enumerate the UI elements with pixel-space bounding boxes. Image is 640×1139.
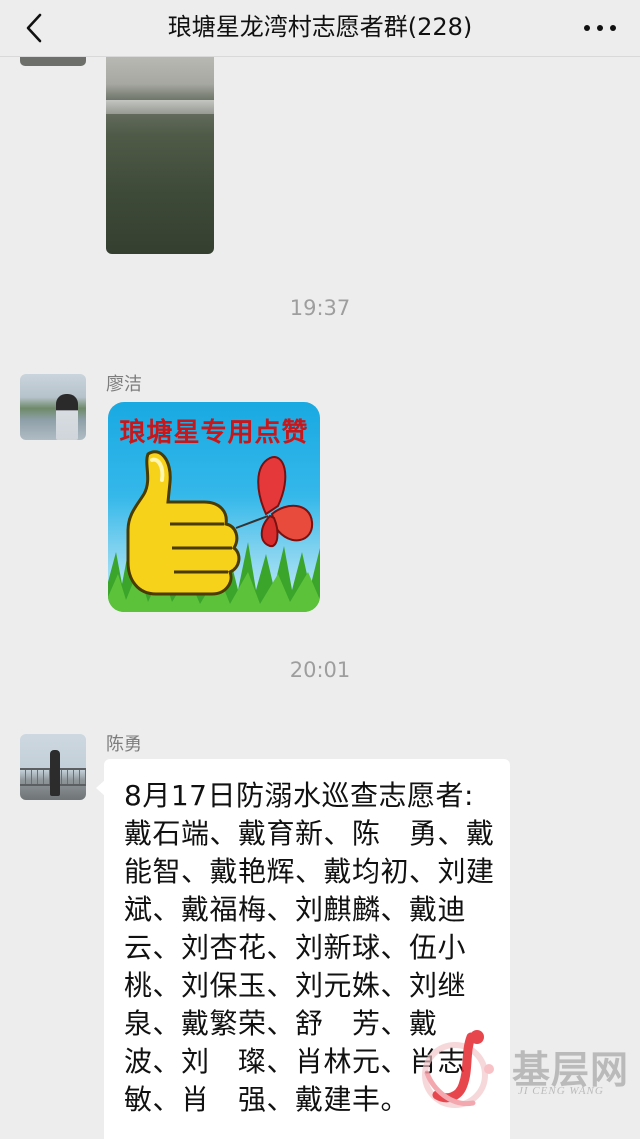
avatar-chen[interactable]	[20, 734, 86, 800]
sender-name: 陈勇	[106, 734, 142, 755]
avatar-person	[50, 750, 60, 796]
sticker-message[interactable]: 琅塘星专用点赞	[108, 402, 320, 612]
chat-header: 琅塘星龙湾村志愿者群(228)	[0, 0, 640, 57]
avatar[interactable]	[20, 56, 86, 66]
sticker-caption: 琅塘星专用点赞	[119, 418, 309, 448]
video-frame-band	[106, 100, 214, 114]
more-dots-icon	[584, 25, 616, 31]
back-button[interactable]	[14, 10, 54, 46]
timestamp: 20:01	[289, 658, 351, 682]
chat-screen: 琅塘星龙湾村志愿者群(228) 19:37 廖洁 琅塘星专用点赞 20:01 陈…	[0, 0, 640, 1139]
more-button[interactable]	[580, 10, 620, 46]
timestamp: 19:37	[289, 296, 351, 320]
avatar-figure	[56, 394, 78, 440]
avatar-liao[interactable]	[20, 374, 86, 440]
chevron-left-icon	[26, 13, 42, 43]
logo-icon	[422, 1030, 494, 1108]
video-thumbnail[interactable]	[106, 56, 214, 254]
watermark: 基层网 JI CENG WANG	[415, 1029, 630, 1109]
chat-title: 琅塘星龙湾村志愿者群(228)	[167, 13, 473, 41]
watermark-subtitle: JI CENG WANG	[518, 1085, 604, 1097]
sender-name: 廖洁	[106, 374, 142, 395]
